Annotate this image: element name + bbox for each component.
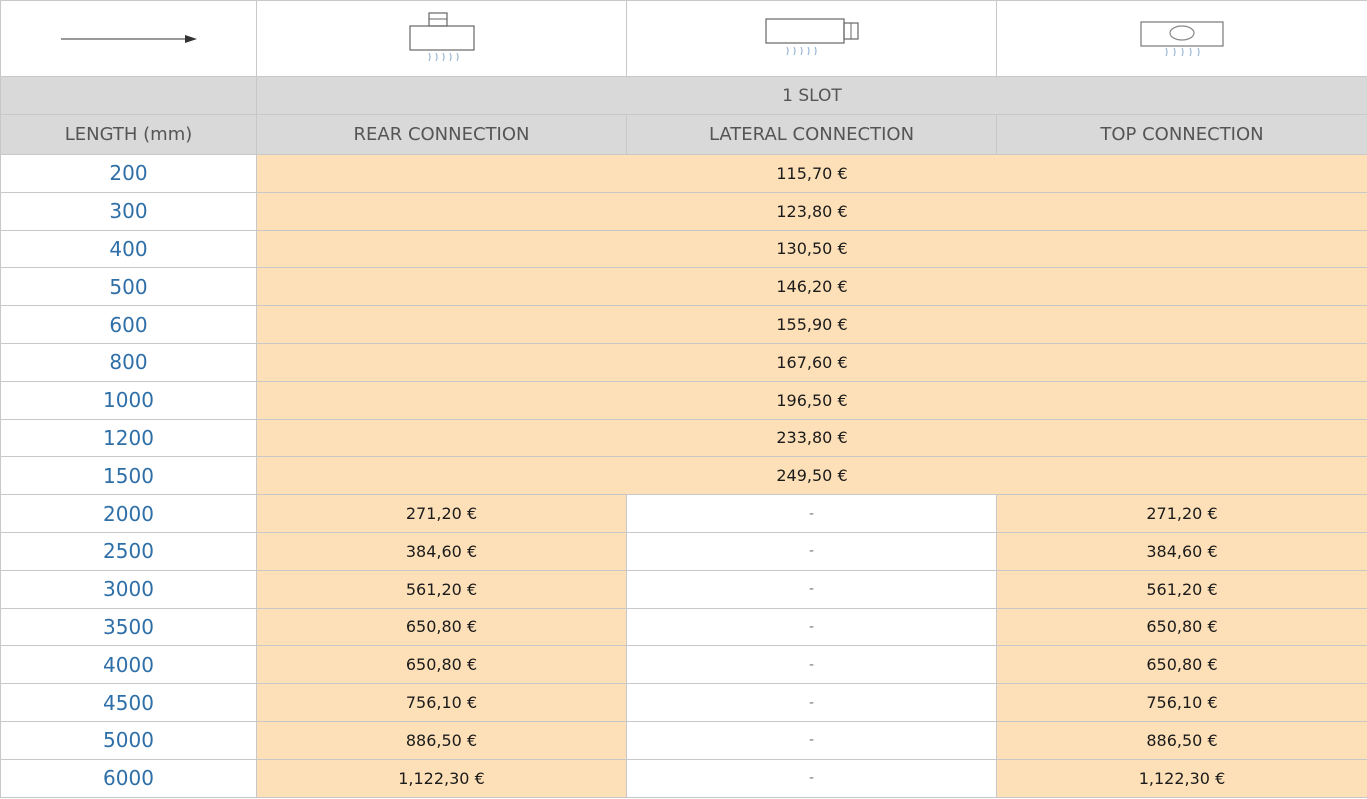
column-header-top: TOP CONNECTION (996, 114, 1367, 155)
table-row: 200 115,70 € (0, 154, 1367, 193)
slot-label: 1 SLOT (256, 76, 1367, 115)
rear-connection-icon (408, 11, 475, 61)
table-row: 3500 650,80 € -650,80 € (0, 607, 1367, 647)
table-row: 2500 384,60 € -384,60 € (0, 531, 1367, 571)
length-cell: 1500 (0, 456, 257, 496)
rear-price-cell: 650,80 € (256, 607, 627, 647)
length-cell: 5000 (0, 720, 257, 760)
table-row: 5000 886,50 € -886,50 € (0, 720, 1367, 760)
rear-connection-icon-cell (256, 0, 627, 77)
top-price-cell: 650,80 € (996, 645, 1367, 685)
price-cell: 249,50 € (256, 456, 1367, 496)
top-price-cell: 384,60 € (996, 531, 1367, 571)
lateral-price-cell: - (626, 720, 997, 760)
length-cell: 1000 (0, 380, 257, 420)
length-cell: 3500 (0, 607, 257, 647)
lateral-connection-icon-cell (626, 0, 997, 77)
length-cell: 3000 (0, 569, 257, 609)
column-header-row: LENGTH (mm) REAR CONNECTION LATERAL CONN… (0, 114, 1367, 155)
rear-price-cell: 650,80 € (256, 645, 627, 685)
price-cell: 155,90 € (256, 305, 1367, 344)
lateral-price-cell: - (626, 531, 997, 571)
slot-row: 1 SLOT (0, 76, 1367, 115)
table-row: 1500 249,50 € (0, 456, 1367, 496)
lateral-price-cell: - (626, 569, 997, 609)
top-price-cell: 756,10 € (996, 683, 1367, 722)
table-row: 800 167,60 € (0, 342, 1367, 382)
price-cell: 123,80 € (256, 191, 1367, 231)
length-cell: 600 (0, 305, 257, 344)
price-cell: 196,50 € (256, 380, 1367, 420)
table-row: 600 155,90 € (0, 305, 1367, 344)
lateral-price-cell: - (626, 494, 997, 533)
table-row: 6000 1,122,30 € -1,122,30 € (0, 758, 1367, 798)
column-header-lateral: LATERAL CONNECTION (626, 114, 997, 155)
table-row: 400 130,50 € (0, 229, 1367, 269)
table-row: 3000 561,20 € -561,20 € (0, 569, 1367, 609)
lateral-price-cell: - (626, 645, 997, 685)
table-row: 1200 233,80 € (0, 418, 1367, 458)
top-connection-icon-cell (996, 0, 1367, 77)
icon-row (0, 0, 1367, 77)
length-cell: 2500 (0, 531, 257, 571)
top-price-cell: 1,122,30 € (996, 758, 1367, 798)
table-row: 4000 650,80 € -650,80 € (0, 645, 1367, 685)
table-row: 1000 196,50 € (0, 380, 1367, 420)
rear-price-cell: 756,10 € (256, 683, 627, 722)
rear-price-cell: 384,60 € (256, 531, 627, 571)
top-price-cell: 561,20 € (996, 569, 1367, 609)
length-cell: 500 (0, 267, 257, 307)
table-row: 300 123,80 € (0, 191, 1367, 231)
length-cell: 4500 (0, 683, 257, 722)
price-cell: 146,20 € (256, 267, 1367, 307)
length-cell: 200 (0, 154, 257, 193)
length-cell: 400 (0, 229, 257, 269)
lateral-price-cell: - (626, 607, 997, 647)
arrow-cell (0, 0, 257, 77)
length-cell: 1200 (0, 418, 257, 458)
rear-price-cell: 1,122,30 € (256, 758, 627, 798)
rear-price-cell: 886,50 € (256, 720, 627, 760)
arrow-right-icon (60, 34, 197, 43)
rear-price-cell: 271,20 € (256, 494, 627, 533)
top-price-cell: 886,50 € (996, 720, 1367, 760)
rear-price-cell: 561,20 € (256, 569, 627, 609)
price-cell: 233,80 € (256, 418, 1367, 458)
slot-row-blank (0, 76, 257, 115)
top-connection-icon (1140, 20, 1224, 56)
table-row: 500 146,20 € (0, 267, 1367, 307)
lateral-price-cell: - (626, 683, 997, 722)
price-cell: 130,50 € (256, 229, 1367, 269)
column-header-rear: REAR CONNECTION (256, 114, 627, 155)
table-row: 4500 756,10 € -756,10 € (0, 683, 1367, 722)
length-cell: 800 (0, 342, 257, 382)
table-row: 2000 271,20 € -271,20 € (0, 494, 1367, 533)
price-cell: 167,60 € (256, 342, 1367, 382)
top-price-cell: 650,80 € (996, 607, 1367, 647)
length-cell: 300 (0, 191, 257, 231)
length-cell: 2000 (0, 494, 257, 533)
length-cell: 4000 (0, 645, 257, 685)
lateral-price-cell: - (626, 758, 997, 798)
lateral-connection-icon (764, 17, 859, 55)
column-header-length: LENGTH (mm) (0, 114, 257, 155)
length-cell: 6000 (0, 758, 257, 798)
price-cell: 115,70 € (256, 154, 1367, 193)
top-price-cell: 271,20 € (996, 494, 1367, 533)
price-table: 1 SLOT LENGTH (mm) REAR CONNECTION LATER… (0, 0, 1367, 798)
